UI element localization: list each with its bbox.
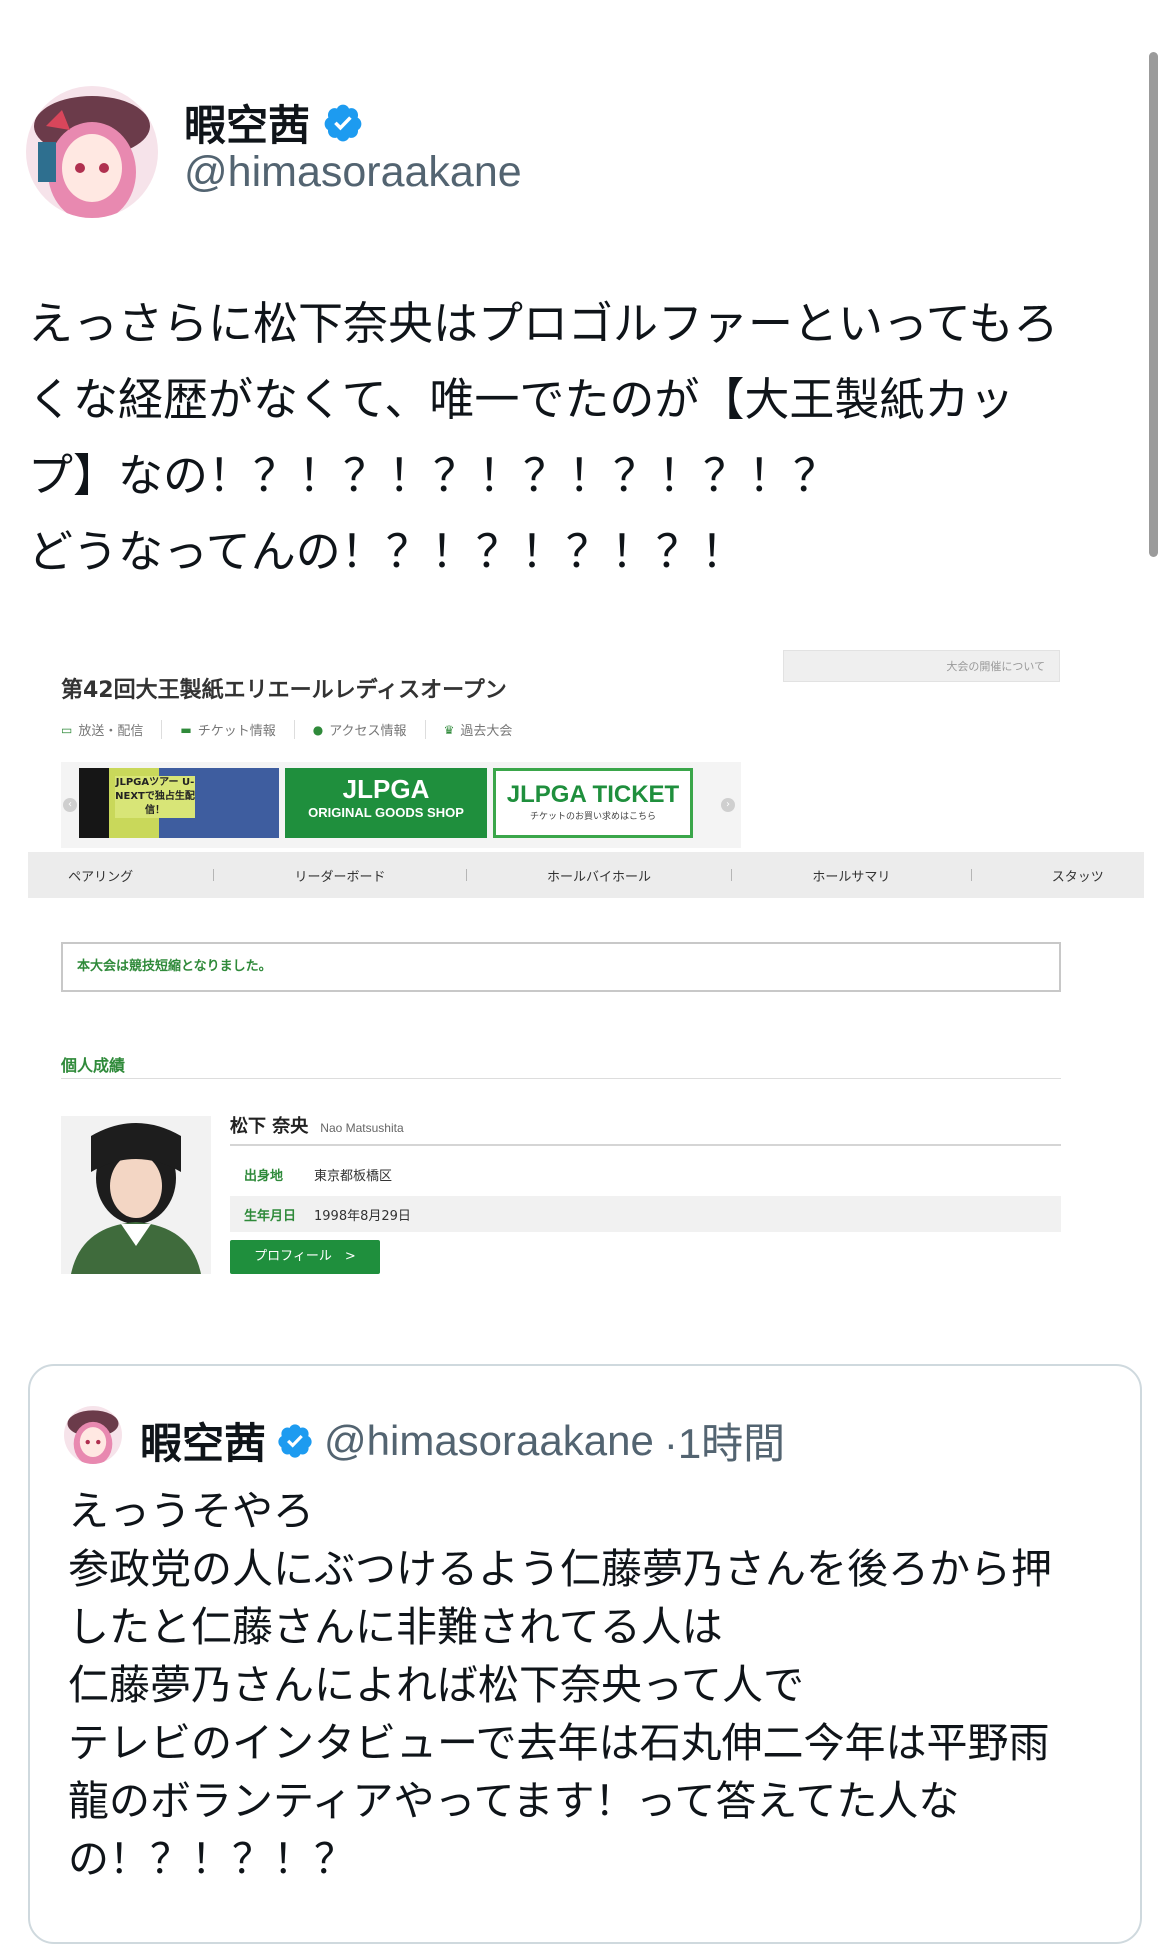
ticket-banner: JLPGA TICKET チケットのお買い求めはこちら — [493, 768, 693, 838]
birthplace-label: 出身地 — [244, 1168, 284, 1184]
sub-link-access: ● アクセス情報 — [313, 720, 426, 739]
player-name-row: 松下 奈央 Nao Matsushita — [230, 1112, 1061, 1146]
birthplace-value: 東京都板橋区 — [314, 1168, 393, 1184]
notice-button: 大会の開催について — [783, 650, 1060, 682]
trophy-icon: ♛ — [443, 722, 455, 737]
quoted-tweet-text: えっうそやろ 参政党の人にぶつけるよう仁藤夢乃さんを後ろから押 したと仁藤さんに… — [68, 1482, 1118, 1888]
tweet-text-line: どうなってんの！？！？！？！？！ — [28, 525, 746, 578]
birthdate-value: 1998年8月29日 — [314, 1208, 411, 1224]
ticket-banner-title: JLPGA TICKET — [506, 781, 680, 808]
quoted-text-line: 龍のボランティアやってます！って答えてた人な — [68, 1777, 960, 1825]
quoted-timestamp[interactable]: ·1時間 — [664, 1410, 785, 1471]
carousel-prev-icon: ‹ — [63, 798, 77, 812]
player-name-en: Nao Matsushita — [320, 1121, 404, 1135]
author-handle[interactable]: @himasoraakane — [184, 148, 522, 197]
birthdate-label: 生年月日 — [244, 1208, 297, 1224]
sub-link-label: 放送・配信 — [78, 724, 144, 739]
author-name[interactable]: 暇空茜 — [184, 92, 310, 153]
profile-button: プロフィール > — [230, 1240, 380, 1274]
quoted-text-line: 仁藤夢乃さんによれば松下奈央って人で — [68, 1661, 804, 1709]
player-birthdate-row: 生年月日 1998年8月29日 — [230, 1196, 1061, 1232]
tab-hole-by-hole: ホールバイホール — [546, 869, 651, 885]
tab-hole-summary: ホールサマリ — [812, 869, 891, 885]
quoted-author-name[interactable]: 暇空茜 — [140, 1410, 266, 1471]
tab-leaderboard: リーダーボード — [294, 869, 386, 885]
goods-shop-banner: JLPGA ORIGINAL GOODS SHOP — [285, 768, 487, 838]
tweet-text-line: えっさらに松下奈央はプロゴルファーといってもろ — [28, 297, 1059, 350]
player-photo — [61, 1116, 211, 1274]
verified-badge-icon — [278, 1423, 312, 1458]
ticket-banner-subtitle: チケットのお買い求めはこちら — [529, 812, 656, 822]
quoted-text-line: したと仁藤さんに非難されてる人は — [68, 1603, 723, 1651]
player-birthplace-row: 出身地 東京都板橋区 — [230, 1156, 1061, 1192]
carousel-next-icon: › — [721, 798, 735, 812]
tv-icon: ▭ — [61, 722, 73, 737]
shop-banner-subtitle: ORIGINAL GOODS SHOP — [308, 805, 464, 820]
sub-link-broadcast: ▭ 放送・配信 — [61, 720, 163, 739]
author-avatar[interactable] — [26, 86, 158, 218]
quoted-text-line: の！？！？！？ — [68, 1835, 355, 1883]
quoted-author-handle[interactable]: @himasoraakane — [324, 1417, 654, 1465]
sub-link-label: 過去大会 — [460, 724, 513, 739]
quoted-tweet[interactable]: 暇空茜 @himasoraakane ·1時間 えっうそやろ 参政党の人にぶつけ… — [28, 1364, 1142, 1944]
banner-carousel: ‹ JLPGAツアー U-NEXTで独占生配信！ JLPGA ORIGINAL … — [61, 762, 741, 848]
tab-pairing: ペアリング — [68, 869, 134, 885]
quoted-author-avatar[interactable] — [64, 1406, 122, 1464]
quoted-text-line: テレビのインタビューで去年は石丸伸二今年は平野雨 — [68, 1719, 1050, 1767]
tweet-text-line: くな経歴がなくて、唯一でたのが【大王製紙カッ — [28, 373, 1015, 426]
shop-banner-title: JLPGA — [342, 774, 430, 804]
scrollbar[interactable] — [1149, 52, 1158, 557]
sub-link-label: チケット情報 — [197, 724, 276, 739]
tweet-text-line: プ】なの！？！？！？！？！？！？！？ — [28, 449, 839, 502]
sub-link-ticket: ▬ チケット情報 — [180, 720, 295, 739]
quoted-text-line: 参政党の人にぶつけるよう仁藤夢乃さんを後ろから押 — [68, 1545, 1052, 1593]
sub-link-label: アクセス情報 — [329, 724, 407, 739]
unext-banner: JLPGAツアー U-NEXTで独占生配信！ — [79, 768, 279, 838]
event-title: 第42回大王製紙エリエールレディスオープン — [61, 678, 507, 703]
ticket-icon: ▬ — [180, 722, 192, 737]
event-sub-links: ▭ 放送・配信 ▬ チケット情報 ● アクセス情報 ♛ 過去大会 — [61, 720, 548, 739]
alert-message: 本大会は競技短縮となりました。 — [61, 942, 1061, 992]
leaderboard-tabs: ペアリング リーダーボード ホールバイホール ホールサマリ スタッツ — [28, 852, 1144, 898]
tab-stats: スタッツ — [1051, 869, 1104, 885]
sub-link-past: ♛ 過去大会 — [443, 720, 531, 740]
quoted-text-line: えっうそやろ — [68, 1487, 314, 1535]
verified-badge-icon — [324, 104, 362, 141]
section-title: 個人成績 — [61, 1052, 1061, 1079]
map-pin-icon: ● — [312, 722, 324, 737]
attached-image[interactable]: 大会の開催について 第42回大王製紙エリエールレディスオープン ▭ 放送・配信 ▬… — [28, 636, 1144, 1286]
player-name: 松下 奈央 — [230, 1116, 309, 1137]
tweet-text: えっさらに松下奈央はプロゴルファーといってもろ くな経歴がなくて、唯一でたのが【… — [28, 286, 1138, 590]
unext-banner-text: JLPGAツアー U-NEXTで独占生配信！ — [115, 776, 195, 818]
